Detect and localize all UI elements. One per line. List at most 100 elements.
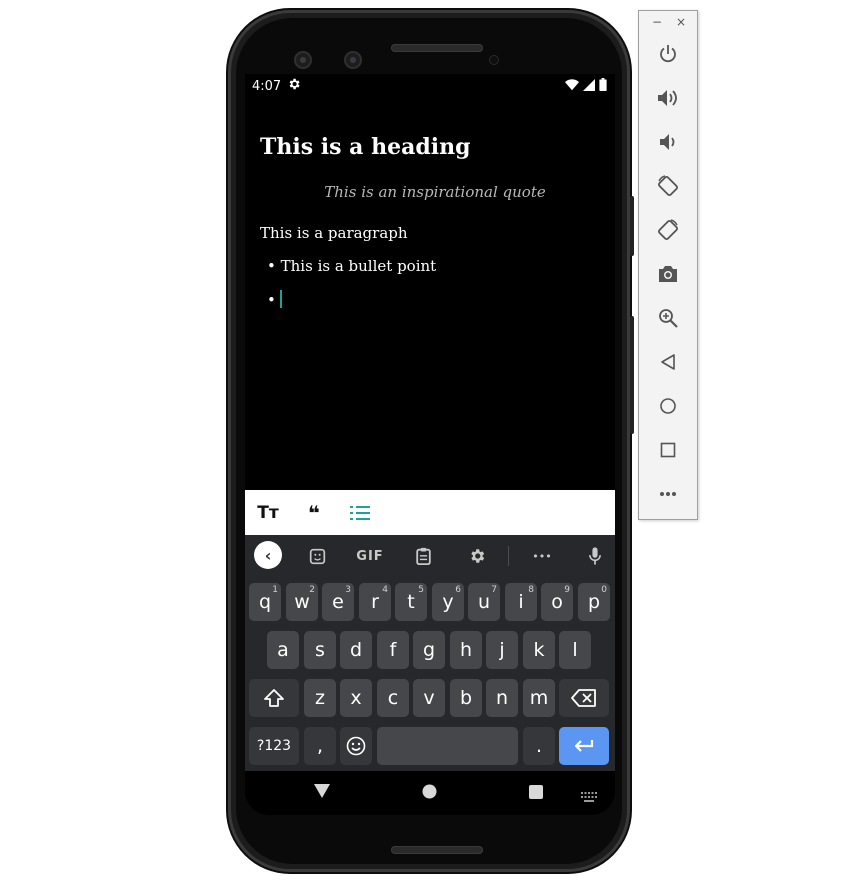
circle-icon <box>660 398 676 414</box>
status-bar: 4:07 <box>245 74 615 100</box>
symbols-key[interactable]: ?123 <box>249 727 299 765</box>
key-k[interactable]: k <box>523 631 555 669</box>
key-v[interactable]: v <box>413 679 445 717</box>
front-camera-left <box>294 51 312 69</box>
gif-button[interactable]: GIF <box>355 544 385 568</box>
battery-icon <box>599 78 607 91</box>
editor-bullet-item-active[interactable]: • <box>267 290 282 309</box>
shift-key[interactable] <box>249 679 299 717</box>
emoji-icon <box>346 736 366 756</box>
triangle-down-icon <box>314 784 330 798</box>
earpiece-speaker <box>391 44 483 52</box>
toolbar-divider <box>508 546 509 566</box>
rotate-right-button[interactable] <box>653 215 683 245</box>
spacebar-key[interactable] <box>377 727 518 765</box>
nav-recents-button[interactable] <box>529 784 543 803</box>
status-icons <box>565 78 607 91</box>
key-y[interactable]: y6 <box>432 583 464 621</box>
key-q[interactable]: q1 <box>249 583 281 621</box>
key-e[interactable]: e3 <box>322 583 354 621</box>
zoom-in-icon <box>659 309 678 328</box>
key-m[interactable]: m <box>523 679 555 717</box>
more-dots-icon <box>660 492 676 496</box>
bullet-list-button[interactable] <box>337 490 383 535</box>
zoom-button[interactable] <box>653 303 683 333</box>
square-icon <box>529 785 543 799</box>
nav-back-button[interactable] <box>314 783 330 802</box>
return-icon <box>574 740 594 752</box>
bullet-text: This is a bullet point <box>280 257 437 275</box>
overview-button[interactable] <box>653 435 683 465</box>
keyboard-settings-button[interactable] <box>465 544 489 568</box>
nav-home-button[interactable] <box>422 784 437 803</box>
key-r[interactable]: r4 <box>359 583 391 621</box>
key-p[interactable]: p0 <box>578 583 610 621</box>
backspace-key[interactable] <box>559 679 609 717</box>
key-o[interactable]: o9 <box>541 583 573 621</box>
wifi-icon <box>565 78 579 90</box>
period-key[interactable]: . <box>523 727 555 765</box>
key-x[interactable]: x <box>340 679 372 717</box>
key-i[interactable]: i8 <box>505 583 537 621</box>
key-l[interactable]: l <box>559 631 591 669</box>
key-b[interactable]: b <box>450 679 482 717</box>
volume-side-button[interactable] <box>630 316 634 434</box>
editor-heading[interactable]: This is a heading <box>260 134 470 160</box>
key-s[interactable]: s <box>304 631 336 669</box>
key-j[interactable]: j <box>486 631 518 669</box>
editor-paragraph[interactable]: This is a paragraph <box>260 224 408 242</box>
chevron-left-icon: ‹ <box>264 545 272 565</box>
voice-input-button[interactable] <box>583 544 607 568</box>
square-icon <box>660 442 676 458</box>
minimize-button[interactable]: − <box>652 15 662 29</box>
settings-gear-icon <box>287 77 301 95</box>
more-button[interactable] <box>653 479 683 509</box>
quote-button[interactable]: ❝ <box>291 490 337 535</box>
comma-key[interactable]: , <box>304 727 336 765</box>
keyboard-icon <box>581 792 597 802</box>
power-button[interactable] <box>653 39 683 69</box>
close-button[interactable]: × <box>676 15 686 29</box>
screenshot-button[interactable] <box>653 259 683 289</box>
text-size-button[interactable]: Tт <box>245 490 291 535</box>
key-z[interactable]: z <box>304 679 336 717</box>
enter-key[interactable] <box>559 727 609 765</box>
home-button[interactable] <box>653 391 683 421</box>
volume-up-button[interactable] <box>653 83 683 113</box>
key-w[interactable]: w2 <box>286 583 318 621</box>
emulator-control-panel: − × <box>638 10 698 520</box>
key-d[interactable]: d <box>340 631 372 669</box>
key-u[interactable]: u7 <box>468 583 500 621</box>
camera-icon <box>659 266 677 282</box>
rotate-left-button[interactable] <box>653 171 683 201</box>
backspace-icon <box>571 689 596 707</box>
power-side-button[interactable] <box>630 196 634 256</box>
editor-bullet-item[interactable]: • This is a bullet point <box>267 257 436 275</box>
key-f[interactable]: f <box>377 631 409 669</box>
more-options-button[interactable]: ••• <box>529 544 555 568</box>
text-size-icon: Tт <box>257 502 279 523</box>
key-c[interactable]: c <box>377 679 409 717</box>
keyboard-collapse-button[interactable]: ‹ <box>254 541 282 569</box>
key-t[interactable]: t5 <box>395 583 427 621</box>
rich-text-editor[interactable]: This is a heading This is an inspiration… <box>245 100 615 490</box>
clipboard-button[interactable] <box>411 544 435 568</box>
bullet-marker: • <box>267 257 276 275</box>
power-icon <box>660 45 676 63</box>
triangle-left-icon <box>661 354 675 370</box>
proximity-sensor <box>489 55 499 65</box>
quote-icon: ❝ <box>308 500 320 525</box>
keyboard-switcher-button[interactable] <box>581 787 597 806</box>
emoji-key[interactable] <box>340 727 372 765</box>
system-navigation-bar <box>245 771 615 815</box>
key-a[interactable]: a <box>267 631 299 669</box>
sticker-button[interactable] <box>305 544 329 568</box>
volume-down-icon <box>660 134 675 150</box>
volume-down-button[interactable] <box>653 127 683 157</box>
editor-quote[interactable]: This is an inspirational quote <box>245 183 615 201</box>
key-h[interactable]: h <box>450 631 482 669</box>
key-n[interactable]: n <box>486 679 518 717</box>
device-screen: 4:07 This is a heading This is an inspir… <box>245 74 615 815</box>
key-g[interactable]: g <box>413 631 445 669</box>
back-button[interactable] <box>653 347 683 377</box>
